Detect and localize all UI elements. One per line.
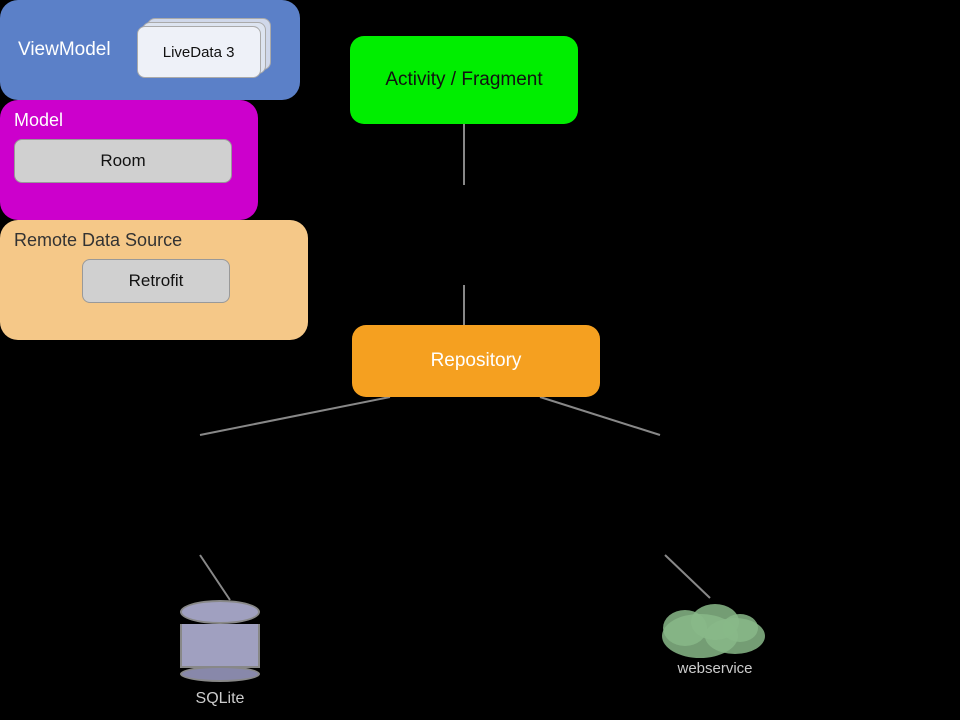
- sqlite-label: SQLite: [196, 690, 245, 708]
- viewmodel-label: ViewModel: [18, 39, 111, 61]
- cylinder-bottom: [180, 666, 260, 682]
- remote-label: Remote Data Source: [14, 230, 182, 251]
- repository-label: Repository: [431, 350, 522, 372]
- cylinder-body: [180, 624, 260, 668]
- model-box: Model Room: [0, 100, 258, 220]
- retrofit-label: Retrofit: [129, 271, 184, 291]
- activity-fragment-label: Activity / Fragment: [385, 69, 542, 91]
- repository-box: Repository: [352, 325, 600, 397]
- webservice-container: webservice: [650, 598, 780, 677]
- sqlite-cylinder: [180, 600, 260, 682]
- livedata-stack: LiveData 3: [137, 18, 267, 82]
- diagram-container: Activity / Fragment ViewModel LiveData 3…: [0, 0, 960, 720]
- room-card: Room: [14, 139, 232, 183]
- model-label: Model: [14, 110, 63, 131]
- sqlite-container: SQLite: [180, 600, 260, 708]
- activity-fragment-box: Activity / Fragment: [350, 36, 578, 124]
- webservice-label: webservice: [677, 660, 752, 677]
- retrofit-card: Retrofit: [82, 259, 230, 303]
- livedata-label: LiveData 3: [163, 44, 235, 61]
- cloud-svg: [650, 598, 780, 658]
- room-label: Room: [100, 151, 145, 171]
- cylinder-top: [180, 600, 260, 624]
- viewmodel-box: ViewModel LiveData 3: [0, 0, 300, 100]
- remote-data-source-box: Remote Data Source Retrofit: [0, 220, 308, 340]
- cloud-shape: [650, 598, 780, 658]
- livedata-card-3: LiveData 3: [137, 26, 261, 78]
